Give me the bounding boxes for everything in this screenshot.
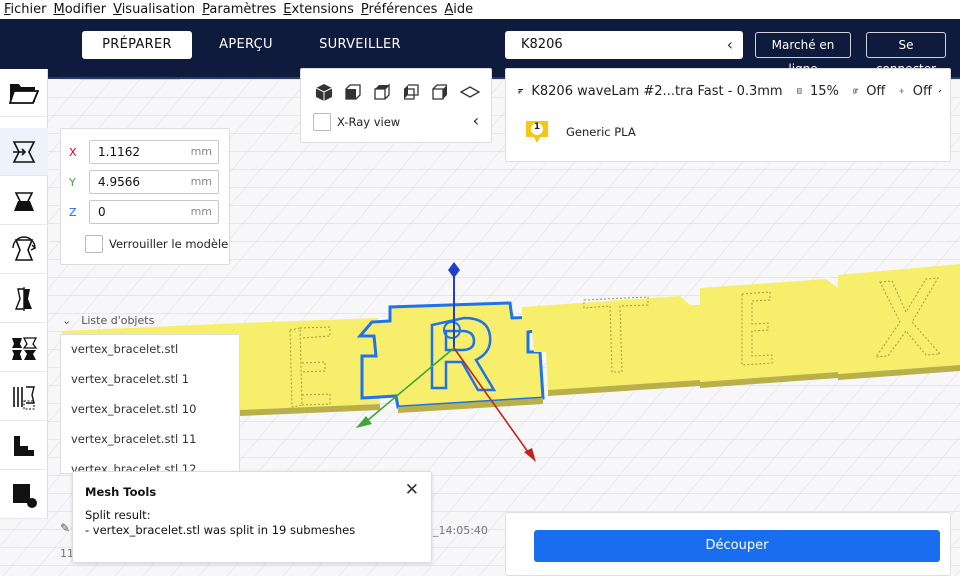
x-unit: mm [190,145,212,158]
list-item[interactable]: vertex_bracelet.stl 1 [61,365,239,395]
sign-in-button[interactable]: Se connecter [866,32,946,76]
menu-item-aide[interactable]: Aide [440,2,476,17]
menu-bar: Fichier Modifier Visualisation Paramètres Ex… [0,0,960,19]
extruder-number: 1 [533,122,541,132]
extruder-row[interactable]: 1 Generic PLA [524,119,636,145]
menu-item-visualisation[interactable]: Visualisation [109,2,198,17]
lock-model-label: Verrouiller le modèle [109,237,229,251]
support-icon [853,88,858,94]
layer-view-icon [14,435,34,456]
tab-prepare[interactable]: PRÉPARER [82,31,192,59]
y-axis-label: Y [69,175,76,189]
close-icon[interactable]: ✕ [405,480,419,500]
lock-model-row[interactable]: Verrouiller le modèle [85,235,228,253]
y-position-value: 4.9566 [98,175,140,189]
open-file-icon [9,83,39,104]
y-position-field[interactable]: 4.9566 mm [89,170,219,194]
adhesion-icon [899,88,905,94]
infill-value: 15% [809,83,839,99]
view-left-icon[interactable] [400,81,422,103]
menu-item-modifier[interactable]: Modifier [50,2,110,17]
object-list: vertex_bracelet.stl vertex_bracelet.stl … [60,334,240,474]
chevron-left-icon: ‹ [726,35,733,54]
list-item[interactable]: vertex_bracelet.stl 11 [61,425,239,455]
tab-monitor[interactable]: SURVEILLER [300,31,420,59]
layer-view-button[interactable] [0,422,48,470]
scale-tool-button[interactable] [0,177,48,225]
view-3d-icon[interactable] [313,81,335,103]
menu-item-fichier[interactable]: Fichier [0,2,50,17]
mirror-tool-button[interactable] [0,275,48,323]
x-axis-row: X 1.1162 mm [69,140,219,164]
view-right-icon[interactable] [429,81,451,103]
message-line-2: - vertex_bracelet.stl was split in 19 su… [85,523,356,537]
tool-bar [0,69,48,519]
action-panel: Découper [505,512,951,576]
move-tool-panel: X 1.1162 mm Y 4.9566 mm Z 0 mm Verrouill… [60,128,230,265]
xray-view-checkbox[interactable] [313,113,331,131]
x-axis-label: X [69,145,77,159]
x-position-value: 1.1162 [98,145,140,159]
extruder-badge: 1 [524,119,550,145]
view-orientation-panel: X-Ray view ‹ [300,68,492,143]
rotate-tool-button[interactable] [0,226,48,274]
list-item[interactable]: vertex_bracelet.stl 10 [61,395,239,425]
profile-name: K8206 waveLam #2...tra Fast - 0.3mm [531,83,783,99]
open-file-button[interactable] [0,69,48,117]
message-title: Mesh Tools [85,485,157,499]
mesh-tools-message: Mesh Tools ✕ Split result: - vertex_brac… [72,471,432,563]
printer-selector[interactable]: K8206 ‹ [505,31,743,59]
slice-button[interactable]: Découper [534,530,940,562]
chevron-down-icon: ⌄ [62,314,72,327]
support-value: Off [866,83,886,99]
infill-icon [796,88,802,94]
support-blocker-button[interactable] [0,373,48,421]
print-profile-icon [518,88,524,94]
mesh-tools-button[interactable] [0,471,48,519]
material-name: Generic PLA [566,125,636,139]
adhesion-value: Off [912,83,932,99]
message-line-1: Split result: [85,508,151,522]
move-icon [12,140,36,163]
print-settings-summary[interactable]: K8206 waveLam #2...tra Fast - 0.3mm 15% … [518,81,942,101]
object-list-title: Liste d'objets [81,314,155,327]
rotate-icon [12,235,37,261]
support-blocker-icon [13,385,35,409]
x-position-field[interactable]: 1.1162 mm [89,140,219,164]
print-settings-panel[interactable]: K8206 waveLam #2...tra Fast - 0.3mm 15% … [505,68,951,162]
xray-view-row[interactable]: X-Ray view [313,113,400,131]
list-item[interactable]: vertex_bracelet.stl [61,335,239,365]
marketplace-button[interactable]: Marché en ligne [755,32,851,76]
mirror-icon [14,286,32,311]
per-model-settings-icon [12,336,38,360]
message-body: Split result: - vertex_bracelet.stl was … [85,508,355,538]
z-position-value: 0 [98,205,106,219]
y-axis-row: Y 4.9566 mm [69,170,219,194]
menu-item-extensions[interactable]: Extensions [279,2,357,17]
menu-item-paramètres[interactable]: Paramètres [198,2,279,17]
z-unit: mm [190,205,212,218]
tab-preview[interactable]: APERÇU [196,31,296,59]
move-tool-button[interactable] [0,128,48,176]
edit-pencil-icon [938,89,942,93]
view-top-icon[interactable] [371,81,393,103]
rename-pencil-icon[interactable]: ✎ [60,521,70,535]
object-list-header[interactable]: ⌄ Liste d'objets [62,314,154,327]
scale-icon [14,191,34,211]
xray-view-label: X-Ray view [337,115,401,129]
timestamp-text: _14:05:40 [433,524,488,537]
view-bottom-icon[interactable] [459,81,481,103]
collapse-chevron-icon[interactable]: ‹ [473,111,479,130]
lock-model-checkbox[interactable] [85,235,103,253]
per-model-settings-button[interactable] [0,324,48,372]
mesh-tools-icon [13,483,37,508]
view-front-icon[interactable] [342,81,364,103]
printer-name: K8206 [521,37,563,52]
z-position-field[interactable]: 0 mm [89,200,219,224]
menu-item-préférences[interactable]: Préférences [357,2,440,17]
z-axis-row: Z 0 mm [69,200,219,224]
y-unit: mm [190,175,212,188]
z-axis-label: Z [69,205,77,219]
